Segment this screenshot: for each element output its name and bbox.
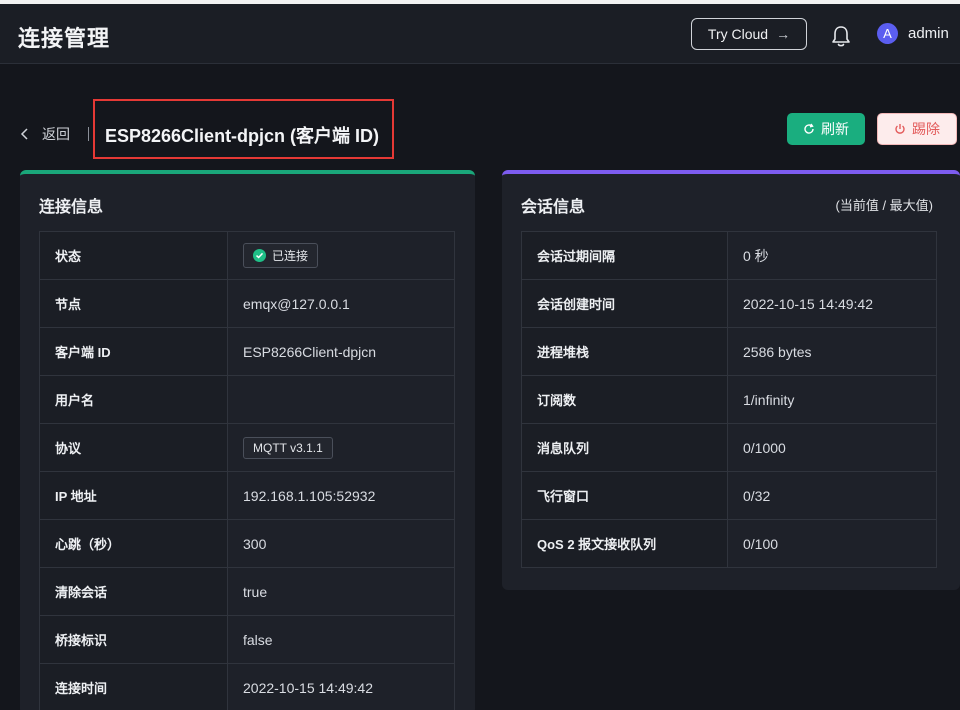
table-row: 清除会话 true: [39, 567, 455, 616]
table-row: 进程堆栈 2586 bytes: [521, 327, 937, 376]
row-key: 心跳（秒）: [39, 519, 228, 568]
row-value: 0/32: [727, 471, 937, 520]
row-value: 0 秒: [727, 231, 937, 280]
row-value: true: [227, 567, 455, 616]
table-row: 协议 MQTT v3.1.1: [39, 423, 455, 472]
session-info-title: 会话信息: [521, 199, 586, 216]
try-cloud-button[interactable]: Try Cloud →: [691, 18, 807, 50]
refresh-icon: [804, 123, 814, 134]
table-row: 会话过期间隔 0 秒: [521, 231, 937, 280]
row-value: emqx@127.0.0.1: [227, 279, 455, 328]
table-row: 连接时间 2022-10-15 14:49:42: [39, 663, 455, 710]
status-text: 已连接: [272, 249, 309, 263]
back-label: 返回: [42, 126, 70, 142]
table-row: 订阅数 1/infinity: [521, 375, 937, 424]
username[interactable]: admin: [908, 25, 949, 42]
kick-button[interactable]: 踢除: [877, 113, 957, 145]
row-key: 清除会话: [39, 567, 228, 616]
row-key: 会话过期间隔: [521, 231, 728, 280]
row-value: 2022-10-15 14:49:42: [727, 279, 937, 328]
row-key: 消息队列: [521, 423, 728, 472]
row-value: 已连接: [227, 231, 455, 280]
row-value: 1/infinity: [727, 375, 937, 424]
table-row: 会话创建时间 2022-10-15 14:49:42: [521, 279, 937, 328]
table-row: 客户端 ID ESP8266Client-dpjcn: [39, 327, 455, 376]
row-key: 状态: [39, 231, 228, 280]
try-cloud-label: Try Cloud: [707, 26, 769, 42]
row-key: 连接时间: [39, 663, 228, 710]
row-key: QoS 2 报文接收队列: [521, 519, 728, 568]
page-title: 连接管理: [18, 26, 111, 51]
kick-label: 踢除: [912, 121, 940, 137]
row-key: 用户名: [39, 375, 228, 424]
row-key: 节点: [39, 279, 228, 328]
row-value: 2586 bytes: [727, 327, 937, 376]
bell-icon[interactable]: [830, 24, 852, 48]
top-bar: 连接管理 Try Cloud → A admin: [0, 0, 960, 64]
session-info-card: 会话信息 (当前值 / 最大值) 会话过期间隔 0 秒 会话创建时间 2022-…: [502, 170, 960, 590]
check-circle-icon: [253, 249, 266, 262]
client-title: ESP8266Client-dpjcn (客户端 ID): [105, 126, 380, 146]
protocol-badge: MQTT v3.1.1: [243, 436, 333, 459]
row-key: IP 地址: [39, 471, 228, 520]
row-key: 进程堆栈: [521, 327, 728, 376]
refresh-label: 刷新: [821, 121, 849, 137]
arrow-right-icon: →: [776, 26, 791, 42]
row-key: 桥接标识: [39, 615, 228, 664]
row-key: 客户端 ID: [39, 327, 228, 376]
session-info-table: 会话过期间隔 0 秒 会话创建时间 2022-10-15 14:49:42 进程…: [521, 231, 937, 568]
table-row: 状态 已连接: [39, 231, 455, 280]
table-row: 节点 emqx@127.0.0.1: [39, 279, 455, 328]
row-value: MQTT v3.1.1: [227, 423, 455, 472]
status-badge: 已连接: [243, 243, 319, 268]
table-row: 桥接标识 false: [39, 615, 455, 664]
session-info-hint: (当前值 / 最大值): [835, 198, 934, 213]
row-value: false: [227, 615, 455, 664]
row-value: 2022-10-15 14:49:42: [227, 663, 455, 710]
refresh-button[interactable]: 刷新: [787, 113, 865, 145]
row-value: 192.168.1.105:52932: [227, 471, 455, 520]
table-row: 消息队列 0/1000: [521, 423, 937, 472]
row-key: 飞行窗口: [521, 471, 728, 520]
table-row: QoS 2 报文接收队列 0/100: [521, 519, 937, 568]
title-divider: [88, 127, 89, 141]
table-row: IP 地址 192.168.1.105:52932: [39, 471, 455, 520]
row-value: ESP8266Client-dpjcn: [227, 327, 455, 376]
power-icon: [895, 124, 905, 134]
table-row: 心跳（秒） 300: [39, 519, 455, 568]
table-row: 飞行窗口 0/32: [521, 471, 937, 520]
row-value: 300: [227, 519, 455, 568]
back-link[interactable]: 返回: [20, 124, 70, 144]
connection-info-title: 连接信息: [39, 199, 104, 216]
row-value: 0/1000: [727, 423, 937, 472]
row-value: [227, 375, 455, 424]
row-key: 协议: [39, 423, 228, 472]
avatar[interactable]: A: [877, 23, 898, 44]
row-key: 会话创建时间: [521, 279, 728, 328]
row-key: 订阅数: [521, 375, 728, 424]
connection-info-card: 连接信息 状态 已连接 节点 emqx@127.0.0.1 客户端 ID ESP…: [20, 170, 475, 710]
row-value: 0/100: [727, 519, 937, 568]
chevron-left-icon: [20, 128, 28, 140]
table-row: 用户名: [39, 375, 455, 424]
connection-info-table: 状态 已连接 节点 emqx@127.0.0.1 客户端 ID ESP8266C…: [39, 231, 455, 710]
